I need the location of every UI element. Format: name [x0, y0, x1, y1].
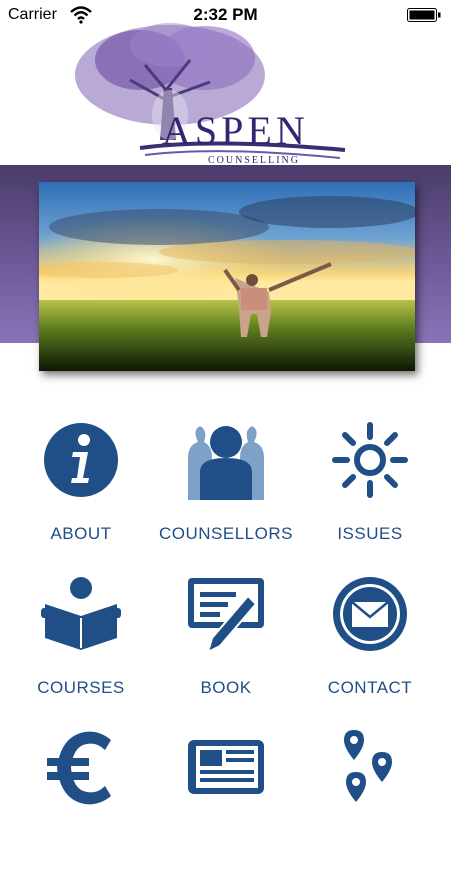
menu-issues[interactable]: ISSUES — [295, 420, 445, 570]
menu-label: COUNSELLORS — [159, 524, 293, 543]
menu-label: ISSUES — [337, 524, 403, 543]
reader-icon — [41, 577, 121, 650]
battery-icon — [407, 8, 441, 22]
info-icon — [44, 423, 118, 497]
aspen-logo: ASPEN COUNSELLING — [60, 20, 360, 170]
newspaper-icon — [188, 740, 264, 794]
menu-news[interactable] — [151, 728, 301, 878]
menu-book[interactable]: BOOK — [151, 574, 301, 724]
menu-label: BOOK — [200, 678, 252, 697]
menu-label: CONTACT — [327, 678, 413, 697]
menu-label: ABOUT — [50, 524, 112, 543]
menu-locations[interactable] — [295, 728, 445, 878]
menu-label: COURSES — [37, 678, 125, 697]
booking-icon — [188, 578, 264, 654]
people-icon — [188, 426, 264, 500]
euro-icon — [47, 731, 111, 805]
sun-icon — [332, 422, 408, 498]
menu-counsellors[interactable]: COUNSELLORS — [151, 420, 301, 570]
menu-courses[interactable]: COURSES — [6, 574, 156, 724]
hero-image — [39, 182, 415, 371]
map-pins-icon — [344, 730, 392, 802]
mail-icon — [333, 577, 407, 651]
menu-about[interactable]: ABOUT — [6, 420, 156, 570]
menu-contact[interactable]: CONTACT — [295, 574, 445, 724]
menu-fees[interactable] — [6, 728, 156, 878]
brand-name: ASPEN — [162, 108, 309, 153]
